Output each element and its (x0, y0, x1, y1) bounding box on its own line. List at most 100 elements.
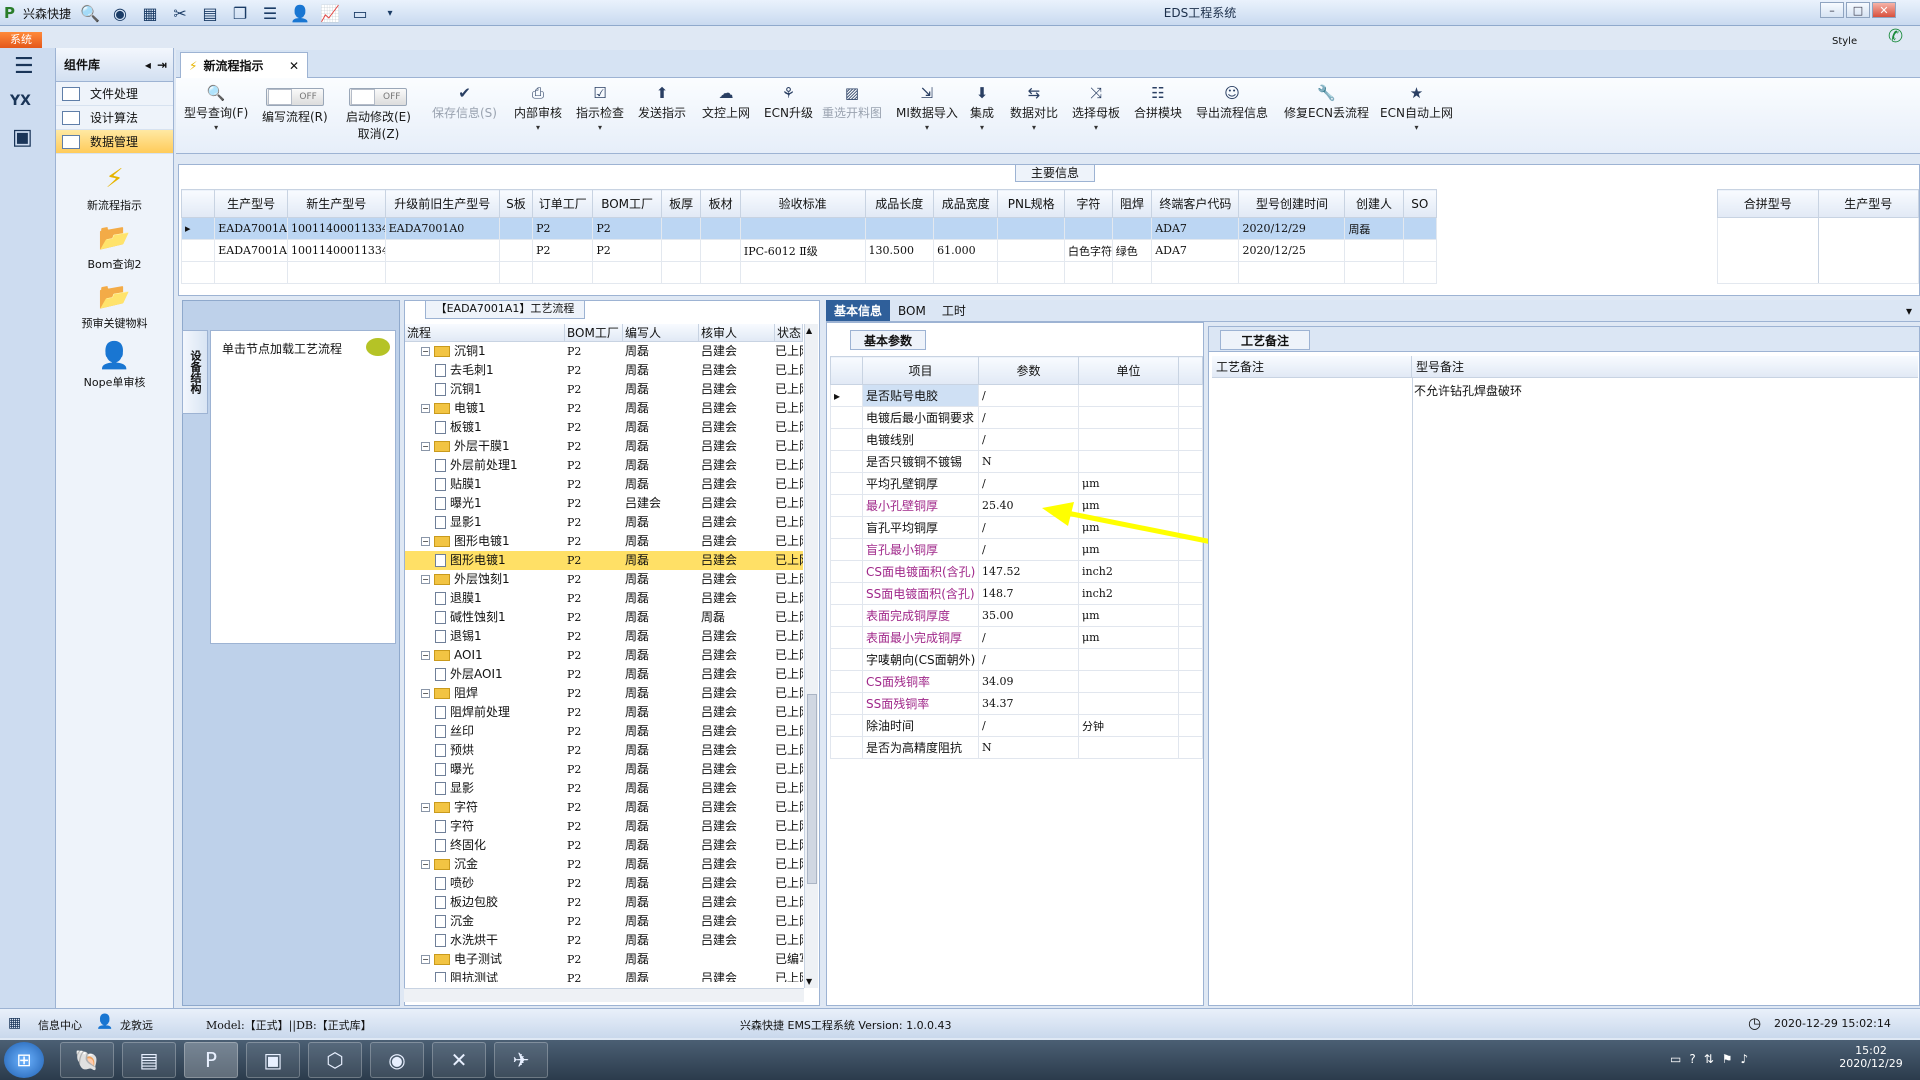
select-mother-button[interactable]: ⤨ 选择母板 ▾ (1072, 82, 1120, 132)
col-header[interactable]: BOM工厂 (592, 189, 662, 218)
tray-flag-icon[interactable]: ⚑ (1722, 1052, 1733, 1066)
dropdown-icon[interactable]: ▾ (536, 123, 540, 132)
tree-row[interactable]: 去毛刺1 P2 周磊 吕建会 已上网 (405, 361, 803, 380)
tree-node[interactable]: 碱性蚀刻1 (405, 608, 565, 627)
col-header[interactable]: 型号创建时间 (1238, 189, 1346, 218)
start-modify-toggle[interactable]: OFF 启动修改(E) 取消(Z) (346, 82, 411, 142)
tray-volume-icon[interactable]: ♪ (1741, 1052, 1749, 1066)
tree-row[interactable]: 图形电镀1 P2 周磊 吕建会 已上网 (405, 551, 803, 570)
start-button[interactable]: ⊞ (4, 1042, 44, 1078)
table-cell[interactable] (997, 239, 1065, 262)
taskbar-chat-icon[interactable]: ✈ (494, 1042, 548, 1078)
dropdown-icon[interactable]: ▾ (980, 123, 984, 132)
tree-node[interactable]: 图形电镀1 (405, 551, 565, 570)
table-cell[interactable]: 2020/12/29 (1238, 217, 1346, 240)
table-cell[interactable] (660, 239, 702, 262)
tree-row[interactable]: − 字符 P2 周磊 吕建会 已上网 (405, 798, 803, 817)
col-header[interactable]: 字符 (1063, 189, 1113, 218)
table-cell[interactable] (739, 217, 866, 240)
tree-row[interactable]: − 沉铜1 P2 周磊 吕建会 已上网 (405, 342, 803, 361)
table-cell[interactable]: 2020/12/25 (1238, 239, 1346, 262)
tree-node[interactable]: − 图形电镀1 (405, 532, 565, 551)
close-tab-icon[interactable]: ✕ (289, 59, 299, 73)
table-row[interactable]: 电镀后最小面铜要求 / (830, 406, 1203, 429)
table-cell[interactable] (1402, 239, 1438, 262)
table-cell[interactable]: EADA7001A0 (384, 217, 500, 240)
pre-review-item[interactable]: 📂 预审关键物料 (56, 282, 173, 331)
tree-node[interactable]: 退膜1 (405, 589, 565, 608)
col-header[interactable]: 验收标准 (739, 189, 866, 218)
ecn-auto-upload-button[interactable]: ★ ECN自动上网 ▾ (1380, 82, 1453, 132)
taskbar-shell-icon[interactable]: 🐚 (60, 1042, 114, 1078)
upload-doc-button[interactable]: ☁ 文控上网 (702, 82, 750, 121)
edit-flow-toggle[interactable]: OFF 编写流程(R) (262, 82, 328, 125)
tree-node[interactable]: 终固化 (405, 836, 565, 855)
expand-toggle[interactable]: − (421, 537, 430, 546)
param-value[interactable]: / (978, 428, 1079, 451)
tree-node[interactable]: 预烘 (405, 741, 565, 760)
param-value[interactable]: 34.37 (978, 692, 1079, 715)
table-cell[interactable]: 绿色 (1111, 239, 1153, 262)
expand-toggle[interactable]: − (421, 404, 430, 413)
dropdown-icon[interactable]: ▾ (214, 123, 218, 132)
tree-row[interactable]: 曝光 P2 周磊 吕建会 已上网 (405, 760, 803, 779)
col-item[interactable]: 项目 (862, 356, 979, 385)
taskbar-eye-icon[interactable]: ◉ (370, 1042, 424, 1078)
table-cell[interactable]: 10011400011334 (286, 217, 386, 240)
taskbar-red-app-icon[interactable]: ⬡ (308, 1042, 362, 1078)
collapse-icon[interactable]: ◂ (145, 58, 151, 72)
table-cell[interactable] (700, 239, 741, 262)
tree-row[interactable]: 预烘 P2 周磊 吕建会 已上网 (405, 741, 803, 760)
param-value[interactable]: 34.09 (978, 670, 1079, 693)
expand-toggle[interactable]: − (421, 860, 430, 869)
param-value[interactable]: / (978, 648, 1079, 671)
tree-row[interactable]: 退膜1 P2 周磊 吕建会 已上网 (405, 589, 803, 608)
col-header[interactable]: 新生产型号 (286, 189, 386, 218)
tree-row[interactable]: 退锡1 P2 周磊 吕建会 已上网 (405, 627, 803, 646)
tree-row[interactable]: − 图形电镀1 P2 周磊 吕建会 已上网 (405, 532, 803, 551)
table-row[interactable]: SS面残铜率 34.37 (830, 692, 1203, 715)
table-row[interactable]: 除油时间 / 分钟 (830, 714, 1203, 737)
table-row[interactable]: EADA7001A0 10011400011334 P2 P2 IPC-6012 Ⅱ级 1… (180, 239, 1438, 262)
col-header[interactable]: PNL规格 (997, 189, 1065, 218)
param-value[interactable]: / (978, 384, 1079, 407)
table-cell[interactable]: 10011400011334 (286, 239, 386, 262)
table-cell[interactable]: P2 (592, 239, 662, 262)
tree-row[interactable]: 显影1 P2 周磊 吕建会 已上网 (405, 513, 803, 532)
system-menu-button[interactable]: 系统 (0, 32, 42, 48)
tree-node[interactable]: 显影1 (405, 513, 565, 532)
tree-row[interactable]: 曝光1 P2 吕建会 吕建会 已上网 (405, 494, 803, 513)
table-cell[interactable] (997, 217, 1065, 240)
tree-node[interactable]: 曝光1 (405, 494, 565, 513)
tree-node[interactable]: 贴膜1 (405, 475, 565, 494)
expand-toggle[interactable]: − (421, 955, 430, 964)
col-param[interactable]: 参数 (978, 356, 1079, 385)
param-value[interactable]: 35.00 (978, 604, 1079, 627)
dropdown-icon[interactable]: ▾ (1094, 123, 1098, 132)
tab-new-flow[interactable]: ⚡ 新流程指示 ✕ (180, 52, 308, 78)
table-cell[interactable] (933, 217, 999, 240)
minimize-button[interactable]: – (1820, 2, 1844, 18)
param-value[interactable]: / (978, 406, 1079, 429)
tree-row[interactable]: 沉铜1 P2 周磊 吕建会 已上网 (405, 380, 803, 399)
expand-toggle[interactable]: − (421, 347, 430, 356)
param-value[interactable]: 148.7 (978, 582, 1079, 605)
expand-toggle[interactable]: − (421, 651, 430, 660)
table-cell[interactable] (1111, 217, 1153, 240)
col-header[interactable]: 板厚 (660, 189, 702, 218)
toggle-switch[interactable]: OFF (265, 88, 324, 106)
table-cell[interactable]: EADA7001A0 (214, 239, 288, 262)
tree-node[interactable]: − 电子测试 (405, 950, 565, 969)
table-cell[interactable] (1344, 239, 1404, 262)
table-cell[interactable]: 周磊 (1344, 217, 1404, 240)
table-cell[interactable]: 130.500 (864, 239, 935, 262)
tray-help-icon[interactable]: ? (1689, 1052, 1695, 1066)
col-writer[interactable]: 编写人 (623, 324, 699, 341)
col-model-note[interactable]: 型号备注 (1412, 356, 1464, 377)
bom-query-item[interactable]: 📂 Bom查询2 (56, 223, 173, 272)
param-value[interactable]: / (978, 626, 1079, 649)
tray-monitor-icon[interactable]: ▭ (1670, 1052, 1681, 1066)
col-header[interactable]: 成品长度 (864, 189, 935, 218)
tree-row[interactable]: − AOI1 P2 周磊 吕建会 已上网 (405, 646, 803, 665)
tree-row[interactable]: 外层AOI1 P2 周磊 吕建会 已上网 (405, 665, 803, 684)
